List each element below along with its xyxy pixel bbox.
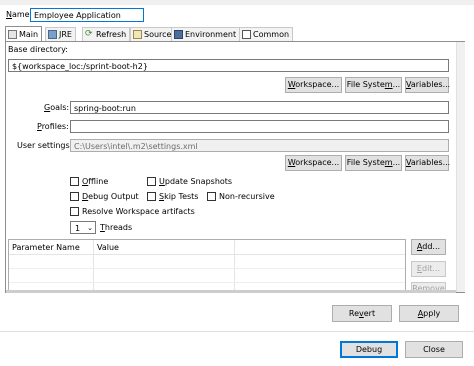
update-snapshots-checkbox[interactable] (147, 177, 156, 186)
window-background (0, 0, 474, 5)
goals-label: Goals: (44, 103, 70, 112)
goals-input[interactable]: spring-boot:run (70, 101, 449, 114)
threads-spinner[interactable]: 1 ⌄ (70, 221, 96, 234)
tab-refresh-label: Refresh (96, 30, 127, 39)
settings-workspace-button[interactable]: Workspace... (285, 155, 342, 171)
name-input[interactable]: Employee Application (30, 8, 144, 22)
common-icon (242, 30, 251, 39)
non-recursive-checkbox[interactable] (207, 192, 216, 201)
threads-value: 1 (75, 224, 81, 233)
base-directory-label: Base directory: (8, 45, 68, 54)
user-settings-input[interactable]: C:\Users\intel\.m2\settings.xml (70, 139, 449, 152)
offline-checkbox[interactable] (70, 177, 79, 186)
add-parameter-button[interactable]: Add... (411, 239, 446, 255)
tab-main-label: Main (19, 30, 39, 39)
tab-source[interactable]: Source (130, 27, 176, 41)
tab-jre[interactable]: JRE (45, 27, 76, 41)
table-row (9, 282, 405, 283)
column-divider (234, 240, 235, 290)
tab-jre-label: JRE (59, 30, 72, 39)
source-icon (133, 30, 142, 39)
threads-label: Threads (100, 223, 133, 232)
tab-main[interactable]: Main (5, 26, 43, 42)
update-snapshots-label: Update Snapshots (159, 177, 233, 186)
column-divider (93, 240, 94, 290)
resolve-workspace-checkbox[interactable] (70, 207, 79, 216)
base-filesystem-button[interactable]: File System... (345, 77, 402, 93)
close-button[interactable]: Close (405, 341, 463, 358)
offline-label: Offline (82, 177, 109, 186)
base-directory-input[interactable]: ${workspace_loc:/sprint-boot-h2} (8, 59, 449, 72)
profiles-label: Profiles: (37, 122, 69, 131)
column-header-value[interactable]: Value (97, 243, 119, 252)
profiles-input[interactable] (70, 120, 449, 133)
name-label: Name: (6, 10, 33, 19)
jre-icon (48, 30, 57, 39)
settings-variables-button[interactable]: Variables... (405, 155, 450, 171)
table-row (9, 268, 405, 269)
refresh-icon: ⟳ (85, 29, 93, 39)
base-variables-button[interactable]: Variables... (405, 77, 450, 93)
chevron-down-icon: ⌄ (87, 224, 93, 232)
tab-common[interactable]: Common (239, 27, 294, 41)
base-workspace-button[interactable]: Workspace... (285, 77, 342, 93)
tab-environment[interactable]: Environment (171, 27, 241, 41)
tab-source-label: Source (144, 30, 172, 39)
tab-refresh[interactable]: ⟳ Refresh (82, 27, 131, 41)
apply-button[interactable]: Apply (399, 305, 459, 322)
edit-parameter-button[interactable]: Edit... (411, 261, 446, 277)
column-header-parameter-name[interactable]: Parameter Name (12, 243, 80, 252)
main-tab-icon (8, 30, 17, 39)
parameters-table[interactable]: Parameter Name Value (8, 239, 406, 291)
resolve-workspace-label: Resolve Workspace artifacts (82, 207, 195, 216)
debug-output-checkbox[interactable] (70, 192, 79, 201)
vertical-scrollbar[interactable] (456, 42, 465, 292)
non-recursive-label: Non-recursive (219, 192, 275, 201)
skip-tests-checkbox[interactable] (147, 192, 156, 201)
footer-separator (0, 331, 474, 332)
tab-environment-label: Environment (185, 30, 237, 39)
settings-filesystem-button[interactable]: File System... (345, 155, 402, 171)
debug-button[interactable]: Debug (340, 341, 398, 358)
user-settings-label: User settings: (17, 141, 73, 150)
environment-icon (174, 30, 183, 39)
revert-button[interactable]: Revert (332, 305, 392, 322)
horizontal-scrollbar[interactable] (6, 290, 456, 293)
skip-tests-label: Skip Tests (159, 192, 199, 201)
tab-common-label: Common (253, 30, 290, 39)
debug-output-label: Debug Output (82, 192, 139, 201)
